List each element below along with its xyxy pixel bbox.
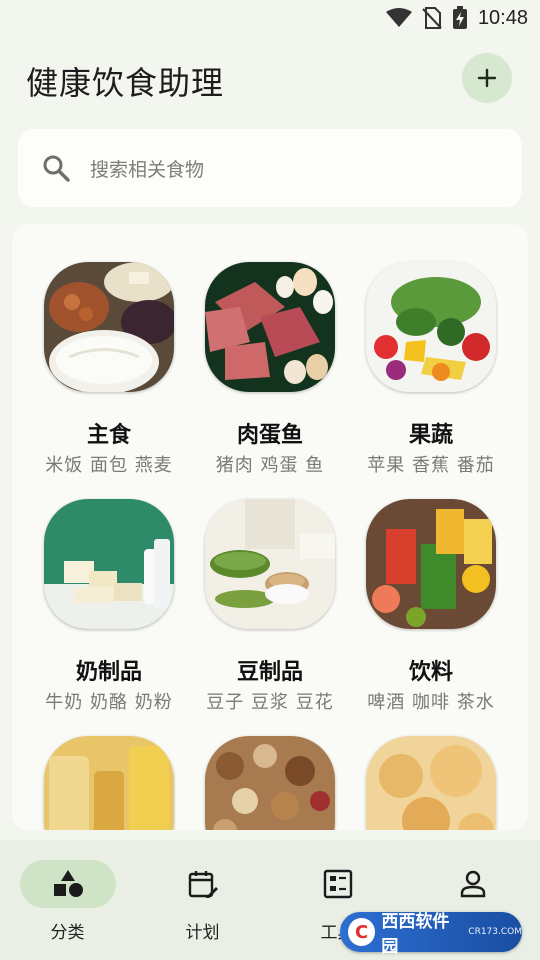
- watermark-logo-icon: C: [348, 918, 376, 946]
- fruits-vegetables-photo: [366, 262, 496, 392]
- category-name: 肉蛋鱼: [236, 423, 303, 448]
- drinks-photo: [366, 499, 496, 629]
- category-name: 奶制品: [75, 660, 142, 685]
- category-meat[interactable]: 肉蛋鱼 猪肉 鸡蛋 鱼: [190, 262, 350, 482]
- search-input[interactable]: 搜索相关食物: [18, 129, 522, 207]
- category-name: 豆制品: [236, 660, 303, 685]
- category-grid: 主食 米饭 面包 燕麦 肉蛋鱼 猪肉 鸡蛋 鱼 果蔬 苹果 香蕉 番茄 奶制品 …: [12, 224, 528, 830]
- category-examples: 米饭 面包 燕麦: [45, 455, 173, 476]
- no-sim-icon: [422, 7, 442, 29]
- nav-active-indicator: [20, 860, 116, 908]
- nav-icon-wrap: [290, 860, 386, 908]
- tools-grid-icon: [323, 869, 353, 899]
- category-examples: 猪肉 鸡蛋 鱼: [215, 455, 325, 476]
- search-icon: [43, 155, 70, 182]
- watermark-site: CR173.COM: [468, 927, 522, 937]
- category-name: 主食: [86, 423, 131, 448]
- nav-icon-wrap: [155, 860, 251, 908]
- meat-egg-fish-photo: [205, 262, 335, 392]
- nav-tab-category[interactable]: 分类: [0, 860, 135, 950]
- category-shapes-icon: [54, 870, 83, 897]
- snacks-photo: [366, 736, 496, 830]
- site-watermark: C 西西软件园 CR173.COM: [340, 912, 522, 957]
- person-icon: [460, 870, 486, 898]
- category-produce[interactable]: 果蔬 苹果 香蕉 番茄: [351, 262, 511, 482]
- calendar-edit-icon: [188, 871, 218, 898]
- category-drinks[interactable]: 饮料 啤酒 咖啡 茶水: [351, 499, 511, 719]
- search-placeholder: 搜索相关食物: [90, 158, 205, 181]
- nav-icon-wrap: [425, 860, 521, 908]
- watermark-brand: 西西软件园: [381, 912, 450, 957]
- status-bar: 10:48: [0, 0, 540, 36]
- nuts-photo: [205, 736, 335, 830]
- wifi-icon: [385, 8, 412, 27]
- dairy-photo: [44, 499, 174, 629]
- category-examples: 豆子 豆浆 豆花: [206, 692, 334, 713]
- category-nuts[interactable]: [190, 736, 350, 830]
- category-staple[interactable]: 主食 米饭 面包 燕麦: [29, 262, 189, 482]
- app-title: 健康饮食助理: [26, 64, 225, 102]
- nav-label: 分类: [50, 923, 85, 943]
- nav-tab-plan[interactable]: 计划: [135, 860, 270, 950]
- category-name: 果蔬: [408, 423, 453, 448]
- oils-photo: [44, 736, 174, 830]
- category-oils[interactable]: [29, 736, 189, 830]
- staple-food-photo: [44, 262, 174, 392]
- header: 健康饮食助理: [0, 50, 540, 110]
- category-name: 饮料: [408, 660, 453, 685]
- status-time: 10:48: [477, 6, 528, 29]
- nav-label: 计划: [185, 923, 220, 943]
- plus-icon: [477, 68, 497, 88]
- category-soy[interactable]: 豆制品 豆子 豆浆 豆花: [190, 499, 350, 719]
- category-dairy[interactable]: 奶制品 牛奶 奶酪 奶粉: [29, 499, 189, 719]
- battery-charging-icon: [452, 6, 467, 29]
- add-button[interactable]: [462, 53, 512, 103]
- category-examples: 牛奶 奶酪 奶粉: [45, 692, 173, 713]
- category-examples: 苹果 香蕉 番茄: [367, 455, 495, 476]
- category-snacks[interactable]: [351, 736, 511, 830]
- category-examples: 啤酒 咖啡 茶水: [367, 692, 495, 713]
- soy-products-photo: [205, 499, 335, 629]
